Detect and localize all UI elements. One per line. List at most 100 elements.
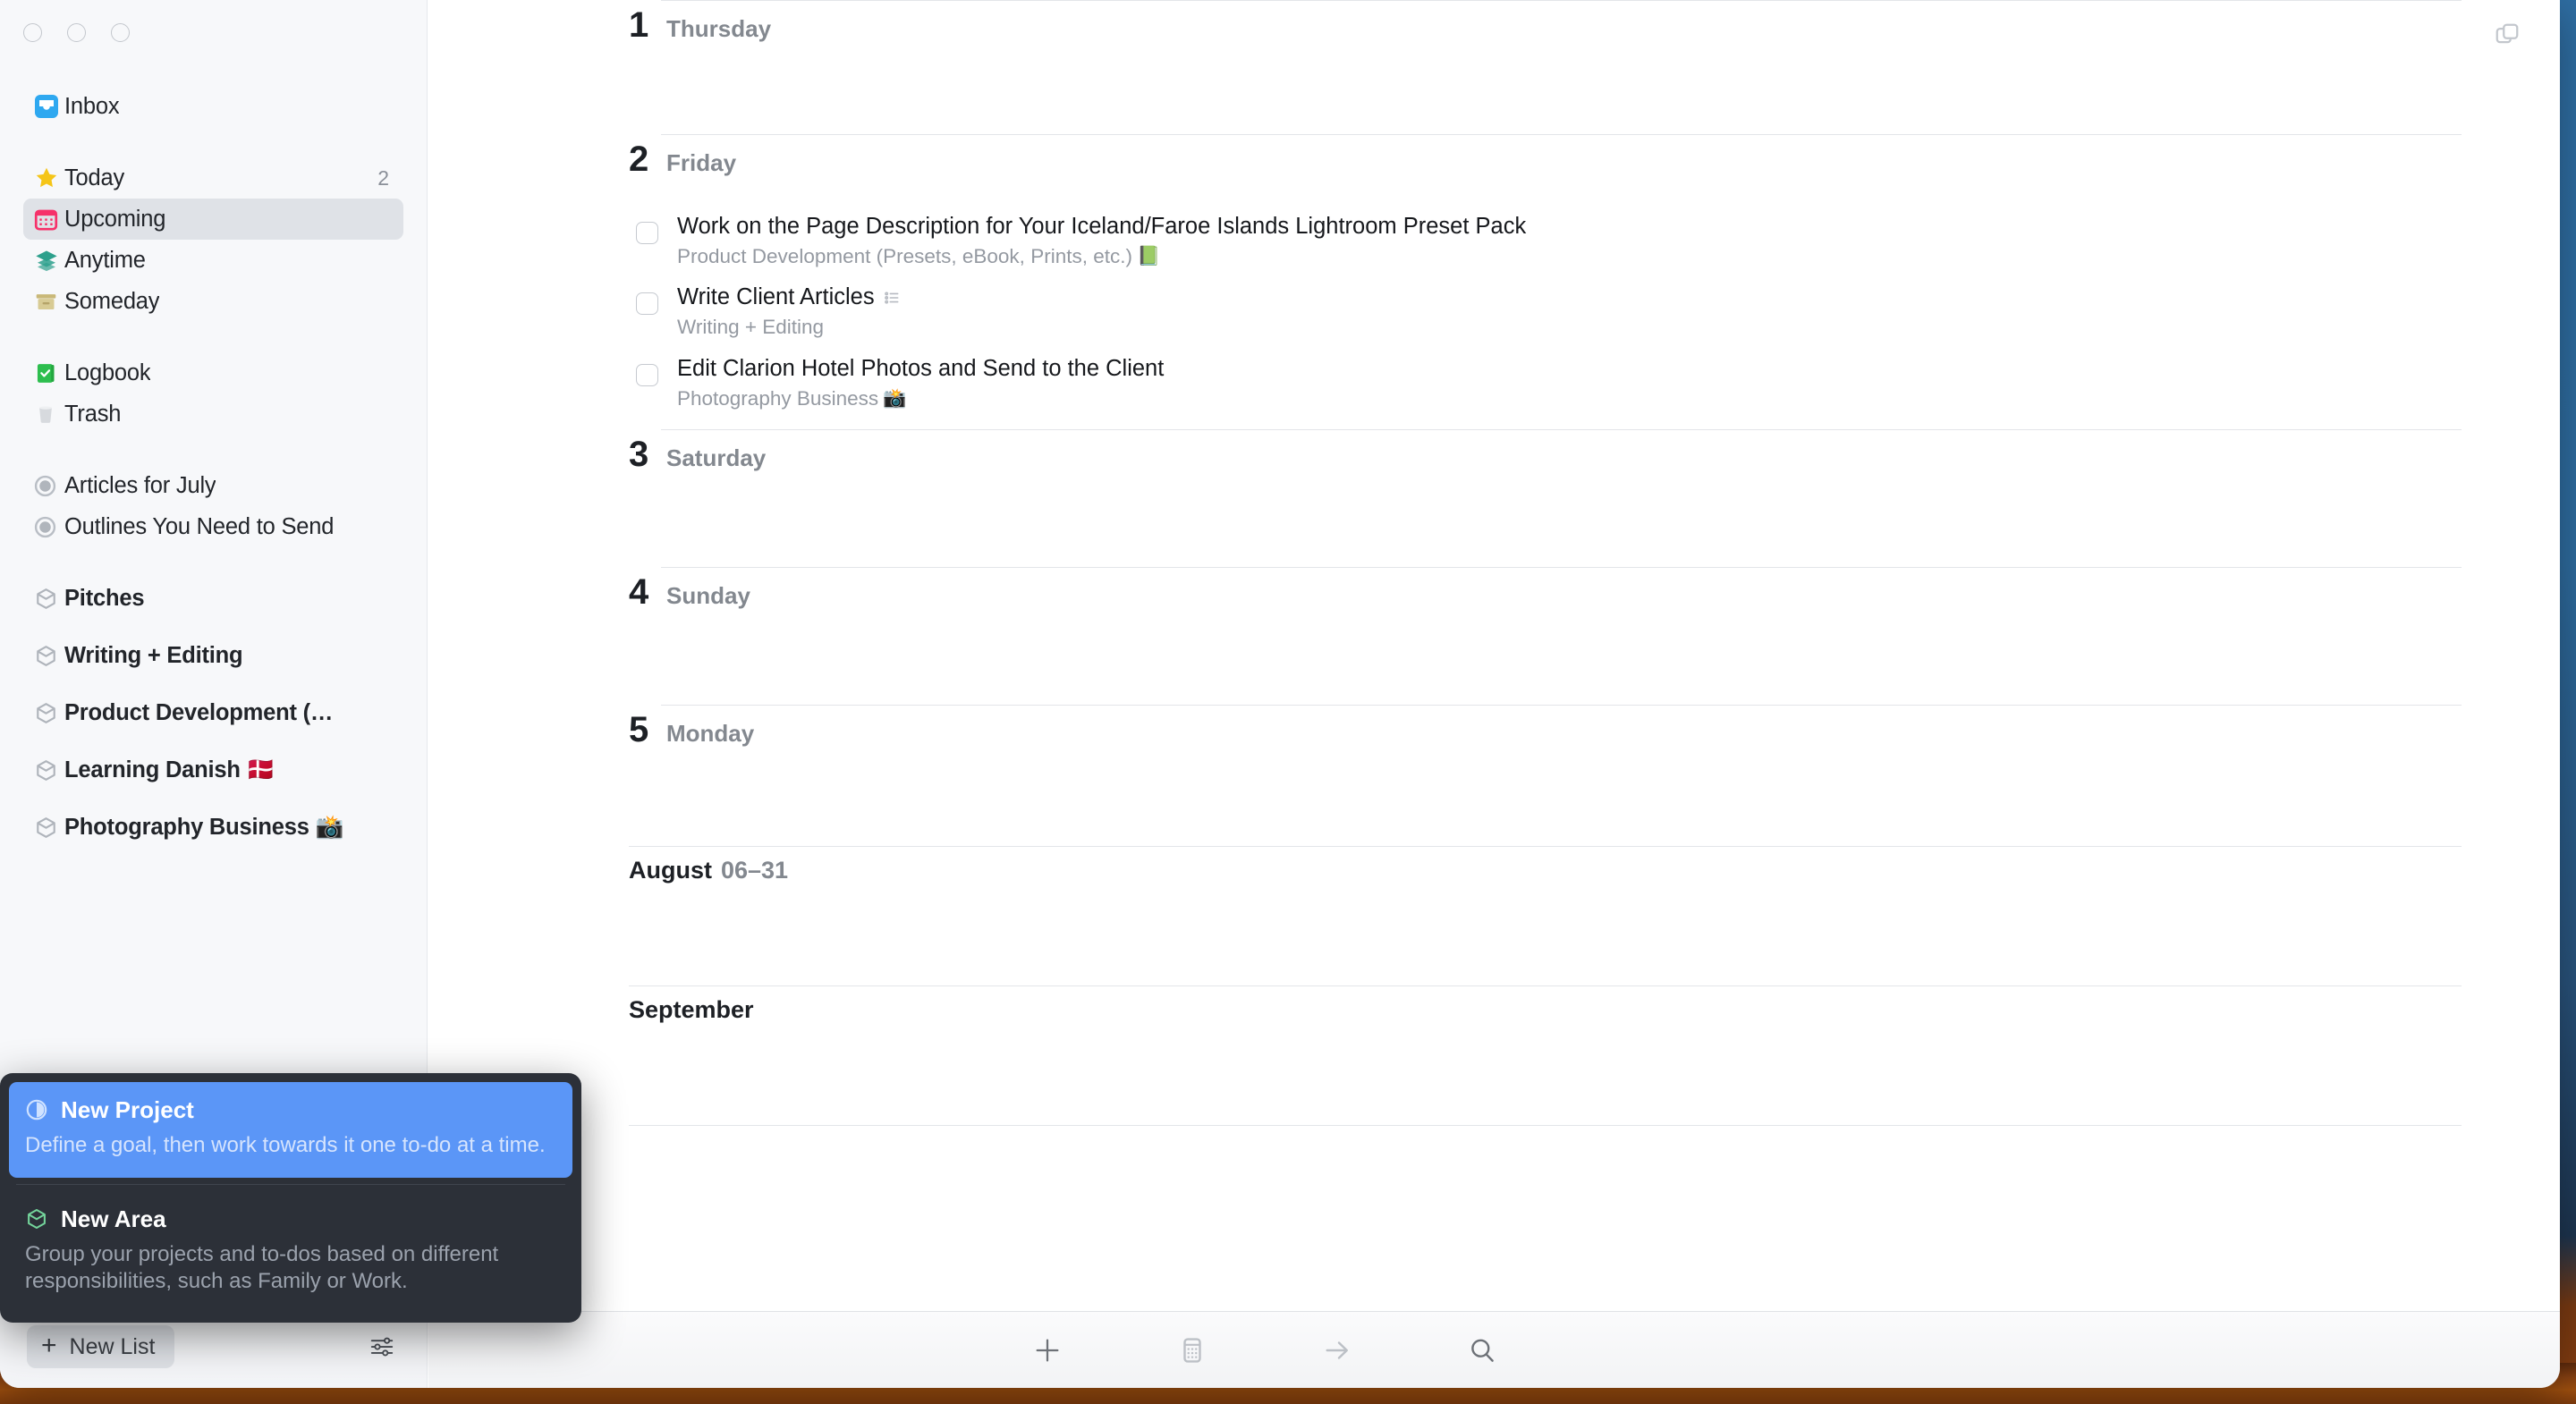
- project-circle-icon: [34, 472, 64, 499]
- day-header: 2 Friday: [629, 134, 2462, 190]
- popup-divider: [16, 1183, 565, 1185]
- plus-icon: [1032, 1335, 1063, 1366]
- day-weekday: Thursday: [666, 15, 772, 42]
- day-empty-space: [629, 622, 2462, 705]
- new-list-label: New List: [69, 1333, 156, 1359]
- day-body: Work on the Page Description for Your Ic…: [629, 190, 2462, 429]
- sidebar-item-anytime[interactable]: Anytime: [23, 240, 403, 281]
- day-empty-space: [629, 760, 2462, 846]
- task-title: Write Client Articles: [677, 284, 875, 310]
- sidebar-item-label: Logbook: [64, 359, 151, 385]
- task-checkbox[interactable]: [636, 292, 658, 316]
- calendar-icon: [34, 206, 64, 233]
- move-button[interactable]: [1284, 1312, 1391, 1389]
- month-header: August 06–31: [629, 846, 2462, 900]
- task-subtitle: Writing + Editing: [677, 316, 825, 339]
- task-row[interactable]: Write Client Articles Writing + Editing: [629, 276, 2462, 347]
- month-body[interactable]: [629, 1039, 2462, 1125]
- project-pie-icon: [25, 1098, 48, 1121]
- task-row[interactable]: Edit Clarion Hotel Photos and Send to th…: [629, 348, 2462, 419]
- task-title-row: Work on the Page Description for Your Ic…: [677, 213, 1526, 241]
- day-number: 1: [629, 5, 648, 45]
- task-subtitle: Product Development (Presets, eBook, Pri…: [677, 245, 1132, 268]
- sidebar-item-label: Today: [64, 165, 125, 190]
- day-section-1: 1 Thursday: [629, 0, 2462, 134]
- sliders-icon[interactable]: [362, 1327, 402, 1366]
- upcoming-schedule-list: 1 Thursday 2 Friday Work on the Page Des…: [428, 0, 2560, 1179]
- main-content: 1 Thursday 2 Friday Work on the Page Des…: [428, 0, 2560, 1311]
- things-app-window: Inbox Today 2 Upcoming Anytime Someday L…: [0, 0, 2560, 1388]
- day-divider: [661, 0, 2462, 1]
- month-body[interactable]: [629, 900, 2462, 985]
- day-section-2: 2 Friday Work on the Page Description fo…: [629, 134, 2462, 429]
- day-body[interactable]: [629, 55, 2462, 134]
- day-weekday: Friday: [666, 149, 737, 176]
- sidebar-item-photography-business[interactable]: Photography Business 📸: [23, 807, 403, 848]
- schedule-button[interactable]: [1139, 1312, 1246, 1389]
- sidebar-item-trash[interactable]: Trash: [23, 393, 403, 435]
- sidebar-item-label: Articles for July: [64, 472, 216, 498]
- area-hex-icon: [34, 814, 64, 841]
- sidebar-item-logbook[interactable]: Logbook: [23, 352, 403, 393]
- task-checkbox[interactable]: [636, 222, 658, 244]
- sidebar-item-inbox[interactable]: Inbox: [23, 86, 403, 127]
- area-hex-icon: [34, 699, 64, 726]
- sidebar-item-label: Someday: [64, 288, 160, 314]
- popup-item-description: Group your projects and to-dos based on …: [25, 1241, 499, 1294]
- sidebar-item-writing-editing[interactable]: Writing + Editing: [23, 635, 403, 676]
- sidebar-item-upcoming[interactable]: Upcoming: [23, 199, 403, 240]
- sidebar-item-label: Pitches: [64, 585, 145, 611]
- sidebar-item-learning-danish[interactable]: Learning Danish 🇩🇰: [23, 749, 403, 791]
- task-text: Work on the Page Description for Your Ic…: [677, 213, 1526, 269]
- calendar-outline-icon: [1177, 1335, 1208, 1366]
- day-empty-space: [629, 485, 2462, 567]
- day-empty-space: [629, 55, 2462, 134]
- sidebar-item-today[interactable]: Today 2: [23, 157, 403, 199]
- zoom-button[interactable]: [111, 23, 130, 42]
- popup-item-title-row: New Area: [25, 1205, 556, 1233]
- today-count-badge: 2: [377, 165, 389, 190]
- sidebar-item-pitches[interactable]: Pitches: [23, 578, 403, 619]
- star-icon: [34, 165, 64, 191]
- popup-item-new-project[interactable]: New Project Define a goal, then work tow…: [9, 1081, 572, 1178]
- task-text: Write Client Articles Writing + Editing: [677, 283, 901, 340]
- popup-item-label: New Area: [61, 1205, 166, 1232]
- popup-item-title-row: New Project: [25, 1096, 556, 1124]
- day-header: 4 Sunday: [629, 567, 2462, 622]
- popup-item-new-area[interactable]: New Area Group your projects and to-dos …: [9, 1191, 572, 1314]
- plus-icon: +: [41, 1330, 57, 1360]
- sidebar-item-someday[interactable]: Someday: [23, 281, 403, 322]
- sidebar-item-label: Photography Business 📸: [64, 815, 344, 840]
- popup-item-description: Define a goal, then work towards it one …: [25, 1132, 546, 1157]
- add-todo-button[interactable]: [994, 1312, 1101, 1389]
- new-list-button[interactable]: + New List: [27, 1325, 175, 1368]
- split-view-icon[interactable]: [2488, 16, 2526, 54]
- sidebar-item-label: Inbox: [64, 93, 120, 119]
- task-subtitle: Photography Business: [677, 386, 879, 410]
- bottom-toolbar: [428, 1311, 2560, 1388]
- task-subtitle-row: Product Development (Presets, eBook, Pri…: [677, 243, 1526, 269]
- day-body[interactable]: [629, 622, 2462, 705]
- task-title: Edit Clarion Hotel Photos and Send to th…: [677, 355, 1165, 381]
- sidebar-item-label: Outlines You Need to Send: [64, 513, 335, 539]
- sidebar-item-label: Learning Danish 🇩🇰: [64, 757, 275, 782]
- sidebar-item-product-development[interactable]: Product Development (…: [23, 692, 403, 733]
- day-body[interactable]: [629, 485, 2462, 567]
- close-button[interactable]: [23, 23, 42, 42]
- sidebar-item-articles-for-july[interactable]: Articles for July: [23, 465, 403, 506]
- sidebar-item-outlines-you-need-to-send[interactable]: Outlines You Need to Send: [23, 506, 403, 547]
- arrow-right-icon: [1322, 1335, 1352, 1366]
- month-header: September: [629, 985, 2462, 1039]
- task-title: Work on the Page Description for Your Ic…: [677, 214, 1527, 239]
- day-body[interactable]: [629, 760, 2462, 846]
- task-checkbox[interactable]: [636, 363, 658, 386]
- search-button[interactable]: [1428, 1312, 1536, 1389]
- task-row[interactable]: Work on the Page Description for Your Ic…: [629, 206, 2462, 276]
- minimize-button[interactable]: [67, 23, 86, 42]
- sidebar-item-label: Trash: [64, 401, 122, 427]
- area-hex-icon: [34, 642, 64, 669]
- day-weekday: Sunday: [666, 582, 750, 610]
- task-title-row: Write Client Articles: [677, 283, 901, 311]
